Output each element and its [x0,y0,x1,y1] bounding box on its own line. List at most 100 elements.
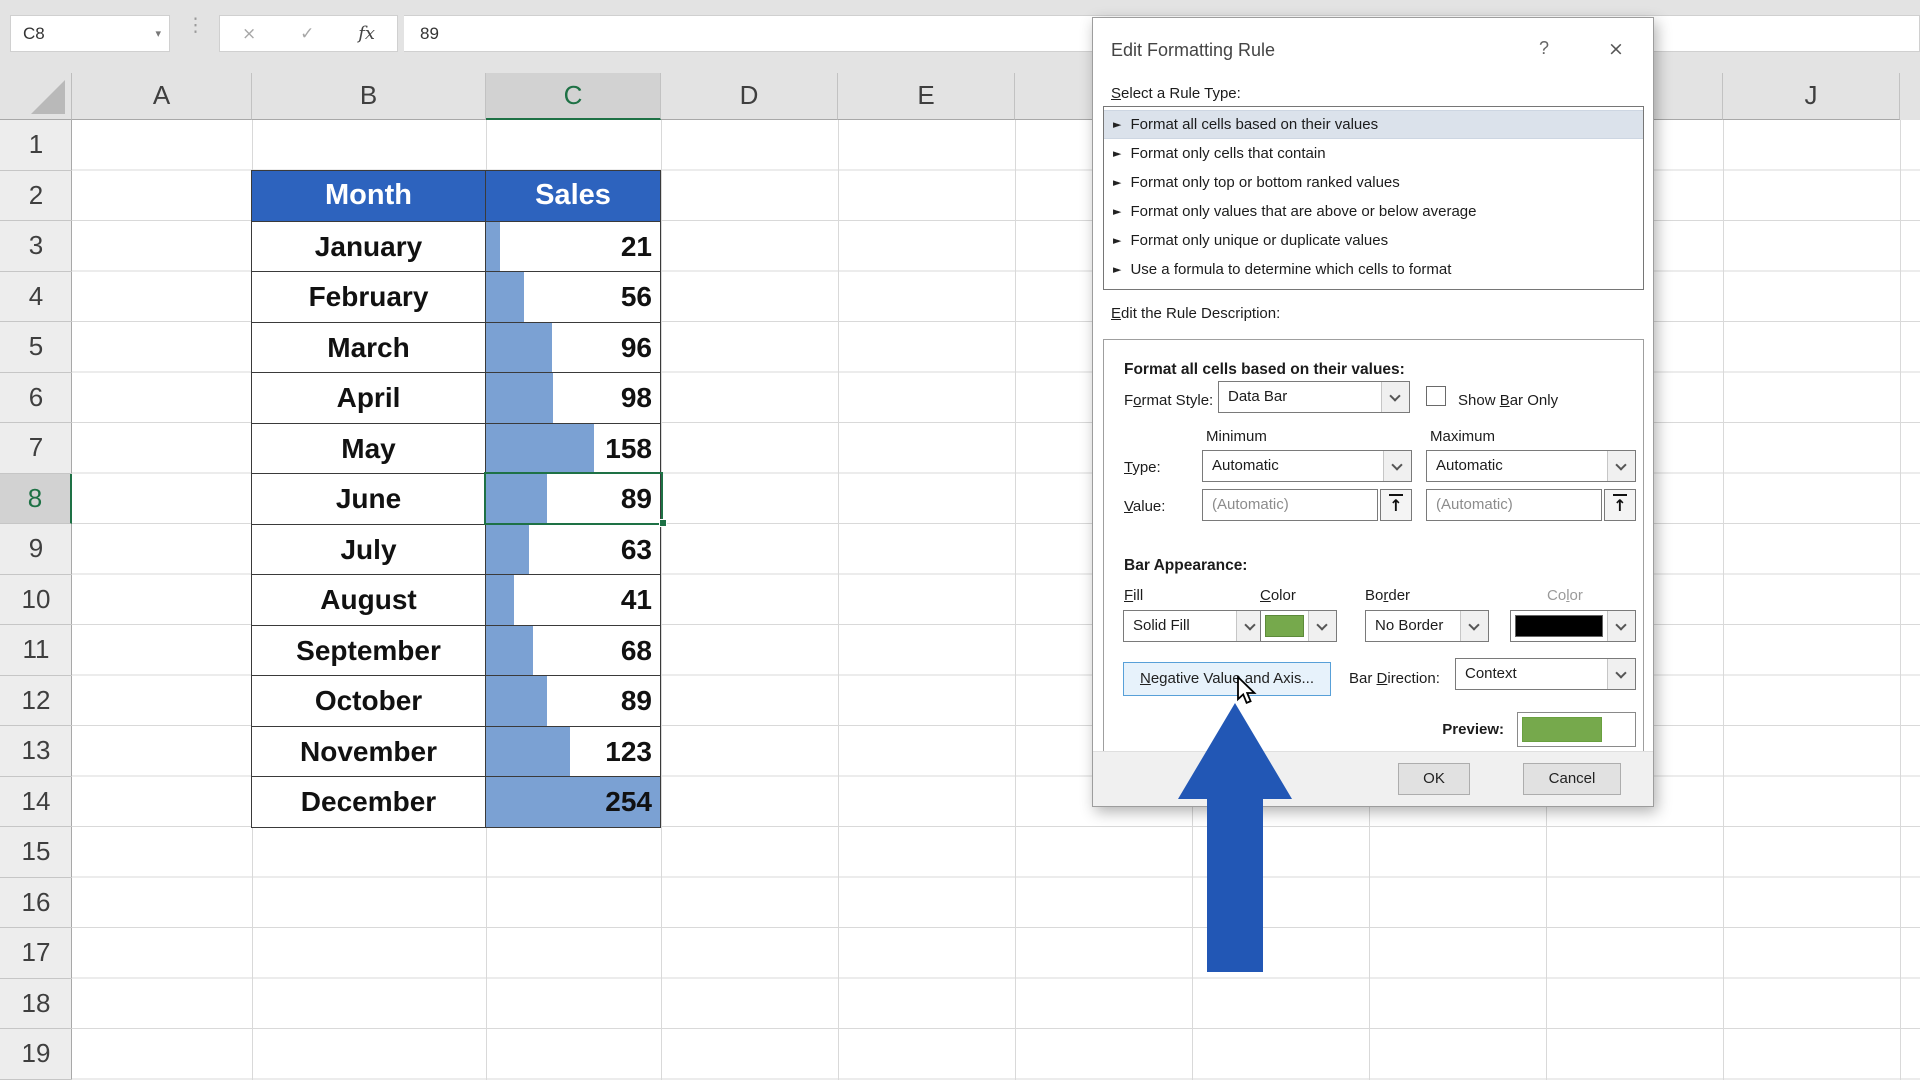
chevron-down-icon[interactable] [1381,382,1409,412]
column-header-A[interactable]: A [72,73,252,120]
negative-value-and-axis-button[interactable]: Negative Value and Axis... [1123,662,1331,696]
sales-cell[interactable]: 96 [486,323,661,374]
column-header-J[interactable]: J [1723,73,1900,120]
chevron-down-icon[interactable] [1460,611,1488,641]
month-cell[interactable]: October [252,676,486,727]
green-color-swatch [1265,615,1304,637]
chevron-down-icon[interactable] [1383,451,1411,481]
fill-color-dropdown[interactable] [1260,610,1337,642]
month-cell[interactable]: March [252,323,486,374]
row-header-1[interactable]: 1 [0,120,72,171]
rule-type-option-6[interactable]: ►Use a formula to determine which cells … [1104,255,1643,284]
select-all-button[interactable] [0,73,72,120]
collapse-dialog-button[interactable]: ↑ [1604,489,1636,521]
chevron-down-icon[interactable]: ▾ [155,16,161,51]
fill-dropdown[interactable]: Solid Fill [1123,610,1265,642]
row-header-4[interactable]: 4 [0,272,72,323]
row-header-8[interactable]: 8 [0,474,72,525]
table-row-march: March96 [252,323,661,374]
help-icon[interactable]: ? [1531,38,1557,59]
row-header-5[interactable]: 5 [0,322,72,373]
row-header-2[interactable]: 2 [0,171,72,222]
row-header-7[interactable]: 7 [0,423,72,474]
chevron-down-icon[interactable] [1607,611,1635,641]
month-value: June [252,474,485,523]
month-header-cell[interactable]: Month [252,171,486,222]
column-header-E[interactable]: E [838,73,1015,120]
rule-type-option-4[interactable]: ►Format only values that are above or be… [1104,197,1643,226]
bar-direction-label: Bar Direction: [1349,670,1440,687]
type-minimum-dropdown[interactable]: Automatic [1202,450,1412,482]
month-cell[interactable]: August [252,575,486,626]
enter-icon[interactable]: ✓ [300,24,314,44]
column-header-D[interactable]: D [661,73,838,120]
row-header-13[interactable]: 13 [0,726,72,777]
month-cell[interactable]: December [252,777,486,828]
row-header-15[interactable]: 15 [0,827,72,878]
fill-handle[interactable] [659,519,667,527]
type-maximum-dropdown[interactable]: Automatic [1426,450,1636,482]
gridline [1015,120,1016,1080]
column-header-C[interactable]: C [486,73,661,120]
value-maximum-input[interactable]: (Automatic) [1426,489,1602,521]
sales-cell[interactable]: 68 [486,626,661,677]
row-header-12[interactable]: 12 [0,676,72,727]
format-style-dropdown[interactable]: Data Bar [1218,381,1410,413]
sales-cell[interactable]: 21 [486,222,661,273]
row-header-14[interactable]: 14 [0,777,72,828]
month-cell[interactable]: February [252,272,486,323]
row-header-18[interactable]: 18 [0,979,72,1030]
table-header-row: Month Sales [252,171,661,222]
sales-cell[interactable]: 123 [486,727,661,778]
month-cell[interactable]: May [252,424,486,475]
row-header-11[interactable]: 11 [0,625,72,676]
collapse-dialog-button[interactable]: ↑ [1380,489,1412,521]
sales-cell[interactable]: 41 [486,575,661,626]
sales-cell[interactable]: 98 [486,373,661,424]
ok-button[interactable]: OK [1398,763,1470,795]
month-cell[interactable]: June [252,474,486,525]
month-cell[interactable]: January [252,222,486,273]
chevron-down-icon[interactable] [1308,611,1336,641]
rule-type-option-3[interactable]: ►Format only top or bottom ranked values [1104,168,1643,197]
cancel-icon[interactable]: × [242,24,256,44]
row-header-10[interactable]: 10 [0,575,72,626]
sales-cell[interactable]: 63 [486,525,661,576]
value-minimum-input[interactable]: (Automatic) [1202,489,1378,521]
month-value: July [252,525,485,574]
month-cell[interactable]: November [252,727,486,778]
bar-direction-dropdown[interactable]: Context [1455,658,1636,690]
sales-cell[interactable]: 56 [486,272,661,323]
row-header-16[interactable]: 16 [0,878,72,929]
close-icon[interactable]: × [1603,38,1629,60]
column-header-B[interactable]: B [252,73,486,120]
rule-type-option-5[interactable]: ►Format only unique or duplicate values [1104,226,1643,255]
sales-header-cell[interactable]: Sales [486,171,661,222]
month-cell[interactable]: July [252,525,486,576]
insert-function-icon[interactable]: fx [358,23,375,44]
name-box[interactable]: C8 ▾ [10,15,170,52]
chevron-down-icon[interactable] [1607,451,1635,481]
border-dropdown[interactable]: No Border [1365,610,1489,642]
border-color-dropdown[interactable] [1510,610,1636,642]
chevron-down-icon[interactable] [1607,659,1635,689]
sales-value: 89 [486,676,660,725]
cancel-button[interactable]: Cancel [1523,763,1621,795]
row-header-19[interactable]: 19 [0,1029,72,1080]
row-header-17[interactable]: 17 [0,928,72,979]
rule-type-option-label: Use a formula to determine which cells t… [1130,261,1451,278]
month-cell[interactable]: September [252,626,486,677]
sales-cell[interactable]: 158 [486,424,661,475]
sales-cell[interactable]: 89 [486,676,661,727]
row-header-9[interactable]: 9 [0,524,72,575]
sales-cell[interactable]: 254 [486,777,661,828]
show-bar-only-checkbox[interactable] [1426,386,1446,406]
rule-type-option-2[interactable]: ►Format only cells that contain [1104,139,1643,168]
preview-box [1517,712,1636,747]
row-header-6[interactable]: 6 [0,373,72,424]
row-header-3[interactable]: 3 [0,221,72,272]
rule-type-option-1[interactable]: ►Format all cells based on their values [1104,110,1643,139]
edit-formatting-rule-dialog: Edit Formatting Rule ? × Select a Rule T… [1092,17,1654,807]
minimum-label: Minimum [1206,428,1267,445]
month-cell[interactable]: April [252,373,486,424]
